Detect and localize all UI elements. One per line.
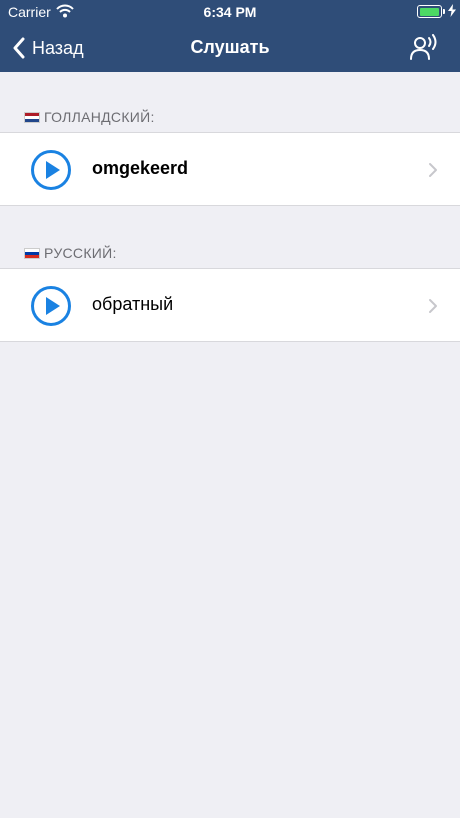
chevron-right-icon [429,163,437,177]
ru-flag-icon [24,247,40,259]
section-header-dutch: ГОЛЛАНДСКИЙ: [24,107,155,127]
speaker-button[interactable] [410,34,440,62]
status-time: 6:34 PM [203,4,257,20]
section-header-label: РУССКИЙ: [44,245,117,261]
battery-icon [417,5,445,18]
play-icon[interactable] [30,285,72,327]
nav-bar: Назад Слушать [0,24,460,72]
word-label: omgekeerd [92,158,189,178]
word-label: обратный [92,294,174,314]
speaking-person-icon [410,34,437,60]
list-item-dutch[interactable]: omgekeerd [0,132,460,206]
chevron-right-icon [429,299,437,313]
page-title: Слушать [190,37,270,57]
section-header-label: ГОЛЛАНДСКИЙ: [44,109,155,125]
charging-bolt-icon [448,4,456,20]
header: Carrier 6:34 PM Назад Слушать [0,0,460,72]
list-item-russian[interactable]: обратный [0,268,460,342]
section-header-russian: РУССКИЙ: [24,243,117,263]
play-icon[interactable] [30,149,72,191]
nl-flag-icon [24,111,40,123]
status-bar: Carrier 6:34 PM [0,0,460,24]
